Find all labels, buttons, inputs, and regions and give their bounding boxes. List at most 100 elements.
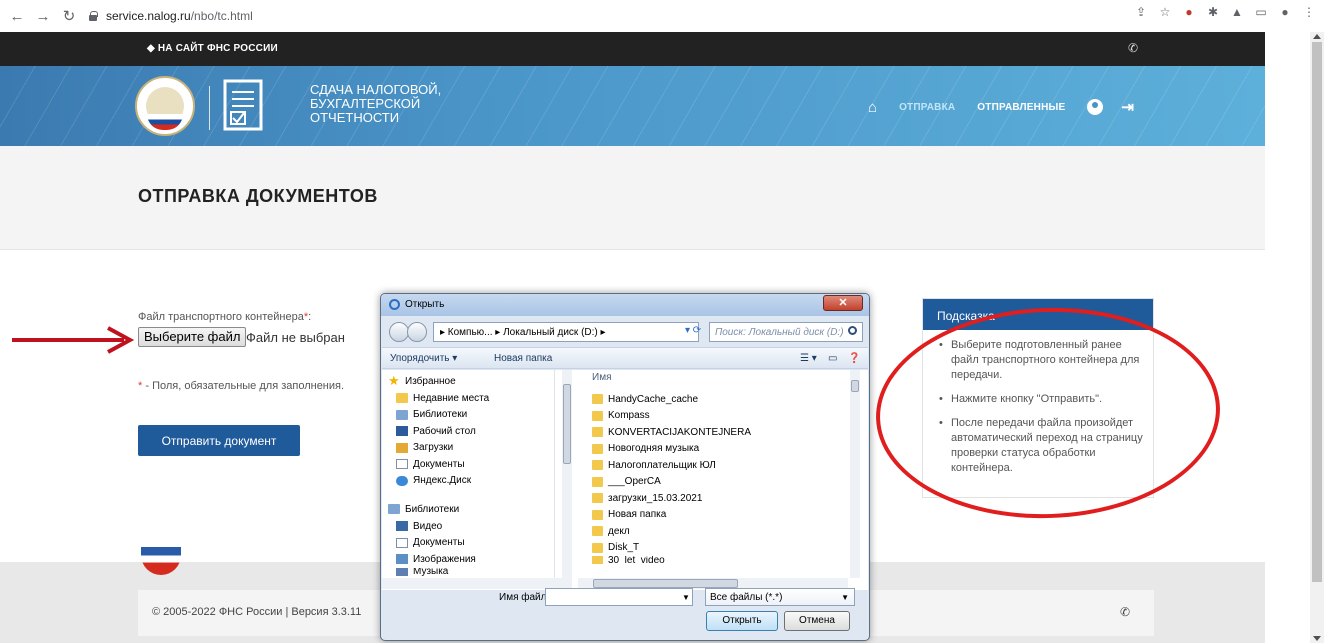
scroll-thumb[interactable] xyxy=(1312,42,1322,582)
extension-icon[interactable]: ● xyxy=(1182,5,1196,19)
nav-item[interactable]: Документы xyxy=(396,456,489,473)
file-item[interactable]: Новогодняя музыка xyxy=(592,441,751,458)
file-list-scrollbar[interactable] xyxy=(850,370,860,578)
preview-pane-icon[interactable]: ▭ xyxy=(828,353,837,364)
page-scrollbar[interactable] xyxy=(1310,32,1324,643)
dialog-refresh-icon[interactable]: ▾ ⟳ xyxy=(685,325,701,336)
required-note-mark: * xyxy=(138,380,143,392)
file-item[interactable]: HandyCache_cache xyxy=(592,391,751,408)
nav-item[interactable]: Рабочий стол xyxy=(396,423,489,440)
nav-sent[interactable]: ОТПРАВЛЕННЫЕ xyxy=(977,102,1065,113)
file-item-label: KONVERTACIJAKONTEJNERA xyxy=(608,426,751,438)
nav-item[interactable]: Загрузки xyxy=(396,440,489,457)
back-to-fns-link[interactable]: ◆ НА САЙТ ФНС РОССИИ xyxy=(147,43,278,54)
open-button[interactable]: Открыть xyxy=(706,611,778,631)
sidepanel-icon[interactable]: ▭ xyxy=(1254,5,1268,19)
video-icon xyxy=(396,521,408,532)
nav-item[interactable]: Недавние места xyxy=(396,390,489,407)
share-icon[interactable]: ⇪ xyxy=(1134,5,1148,19)
bookmark-star-icon[interactable]: ☆ xyxy=(1158,5,1172,19)
nav-item[interactable]: Документы xyxy=(396,535,476,552)
url-path: /nbo/tc.html xyxy=(190,9,253,23)
nav-item[interactable]: Яндекс.Диск xyxy=(396,473,489,490)
cancel-button[interactable]: Отмена xyxy=(784,611,850,631)
home-icon[interactable]: ⌂ xyxy=(868,99,877,116)
file-item-label: Налогоплательщик ЮЛ xyxy=(608,459,716,471)
file-field-label-colon: : xyxy=(308,311,312,323)
dialog-forward-button[interactable] xyxy=(407,322,427,342)
nav-item-label: Загрузки xyxy=(413,442,454,454)
flask-icon[interactable]: ▲ xyxy=(1230,5,1244,19)
folder-icon xyxy=(592,526,603,537)
nav-pane-scrollbar[interactable] xyxy=(562,370,572,578)
view-options-icon[interactable]: ☰ ▾ xyxy=(800,353,817,364)
file-item-label: Новая папка xyxy=(608,509,667,521)
phone-icon[interactable]: ✆ xyxy=(1128,41,1138,55)
nav-item[interactable]: Библиотеки xyxy=(396,407,489,424)
forward-arrow-icon[interactable]: → xyxy=(32,5,54,27)
nav-item[interactable]: Изображения xyxy=(396,551,476,568)
logout-icon[interactable]: ⇥ xyxy=(1121,98,1134,116)
dialog-back-button[interactable] xyxy=(389,322,409,342)
site-header: СДАЧА НАЛОГОВОЙ, БУХГАЛТЕРСКОЙ ОТЧЕТНОСТ… xyxy=(0,66,1265,146)
filename-input[interactable] xyxy=(545,588,693,606)
search-icon[interactable] xyxy=(848,326,857,335)
organize-menu[interactable]: Упорядочить ▾ xyxy=(390,353,457,364)
dialog-close-button[interactable]: ✕ xyxy=(823,295,863,311)
file-item[interactable]: Налогоплательщик ЮЛ xyxy=(592,457,751,474)
dialog-title: Открыть xyxy=(405,299,445,310)
downloads-icon xyxy=(396,442,408,453)
dialog-breadcrumb[interactable]: ▸ Компью... ▸ Локальный диск (D:) ▸ xyxy=(433,322,699,342)
file-item[interactable]: KONVERTACIJAKONTEJNERA xyxy=(592,424,751,441)
nav-send[interactable]: ОТПРАВКА xyxy=(899,102,955,113)
nav-libraries-header[interactable]: Библиотеки xyxy=(388,501,459,518)
file-item-label: декл xyxy=(608,525,630,537)
puzzle-icon[interactable]: ✱ xyxy=(1206,5,1220,19)
nav-item-label: Видео xyxy=(413,520,443,532)
nav-item-label: Изображения xyxy=(413,553,476,565)
reload-icon[interactable]: ↻ xyxy=(58,5,80,27)
nav-favorites-header[interactable]: ★ Избранное xyxy=(388,373,456,390)
file-item-label: ___OperCA xyxy=(608,476,661,488)
nav-item[interactable]: Музыка xyxy=(396,567,476,576)
help-icon[interactable]: ❓ xyxy=(848,353,860,364)
dialog-titlebar[interactable]: Открыть ✕ xyxy=(381,294,869,316)
folder-icon xyxy=(592,476,603,487)
dialog-search-placeholder: Поиск: Локальный диск (D:) xyxy=(715,327,844,338)
file-item[interactable]: Disk_T xyxy=(592,540,751,557)
submit-document-button[interactable]: Отправить документ xyxy=(138,425,300,456)
new-folder-button[interactable]: Новая папка xyxy=(494,353,552,364)
file-item[interactable]: загрузки_15.03.2021 xyxy=(592,490,751,507)
chrome-icon xyxy=(389,299,400,310)
nav-pane-hscrollbar[interactable] xyxy=(382,578,572,589)
red-arrow-annotation xyxy=(12,326,135,354)
menu-dots-icon[interactable]: ⋮ xyxy=(1302,5,1316,19)
filename-dropdown-icon[interactable]: ▼ xyxy=(682,593,690,602)
file-item-label: Disk_T xyxy=(608,542,640,554)
file-status: Файл не выбран xyxy=(246,330,345,345)
folder-icon xyxy=(592,542,603,553)
required-note: * - Поля, обязательные для заполнения. xyxy=(138,380,344,392)
document-icon xyxy=(223,79,263,131)
file-item[interactable]: Kompass xyxy=(592,408,751,425)
nav-item-label: Документы xyxy=(413,458,465,470)
file-item[interactable]: декл xyxy=(592,523,751,540)
file-item[interactable]: ___OperCA xyxy=(592,474,751,491)
column-header-name[interactable]: Имя xyxy=(592,372,611,383)
choose-file-button[interactable]: Выберите файл xyxy=(138,327,247,347)
address-bar[interactable]: service.nalog.ru/nbo/tc.html xyxy=(88,5,1308,27)
file-item[interactable]: Новая папка xyxy=(592,507,751,524)
footer-phone-icon[interactable]: ✆ xyxy=(1120,605,1130,619)
url-host: service.nalog.ru xyxy=(106,9,191,23)
nav-item[interactable]: Видео xyxy=(396,518,476,535)
star-icon: ★ xyxy=(388,373,400,389)
filetype-select[interactable]: Все файлы (*.*) ▼ xyxy=(705,588,855,606)
scroll-down-arrow-icon[interactable] xyxy=(1313,636,1321,641)
user-icon[interactable] xyxy=(1087,99,1104,115)
dialog-search-input[interactable]: Поиск: Локальный диск (D:) xyxy=(709,322,863,342)
fns-emblem-logo[interactable] xyxy=(135,76,195,136)
file-item[interactable]: 30_let_video xyxy=(592,556,751,564)
profile-icon[interactable]: ● xyxy=(1278,5,1292,19)
back-arrow-icon[interactable]: ← xyxy=(6,5,28,27)
scroll-up-arrow-icon[interactable] xyxy=(1313,34,1321,39)
